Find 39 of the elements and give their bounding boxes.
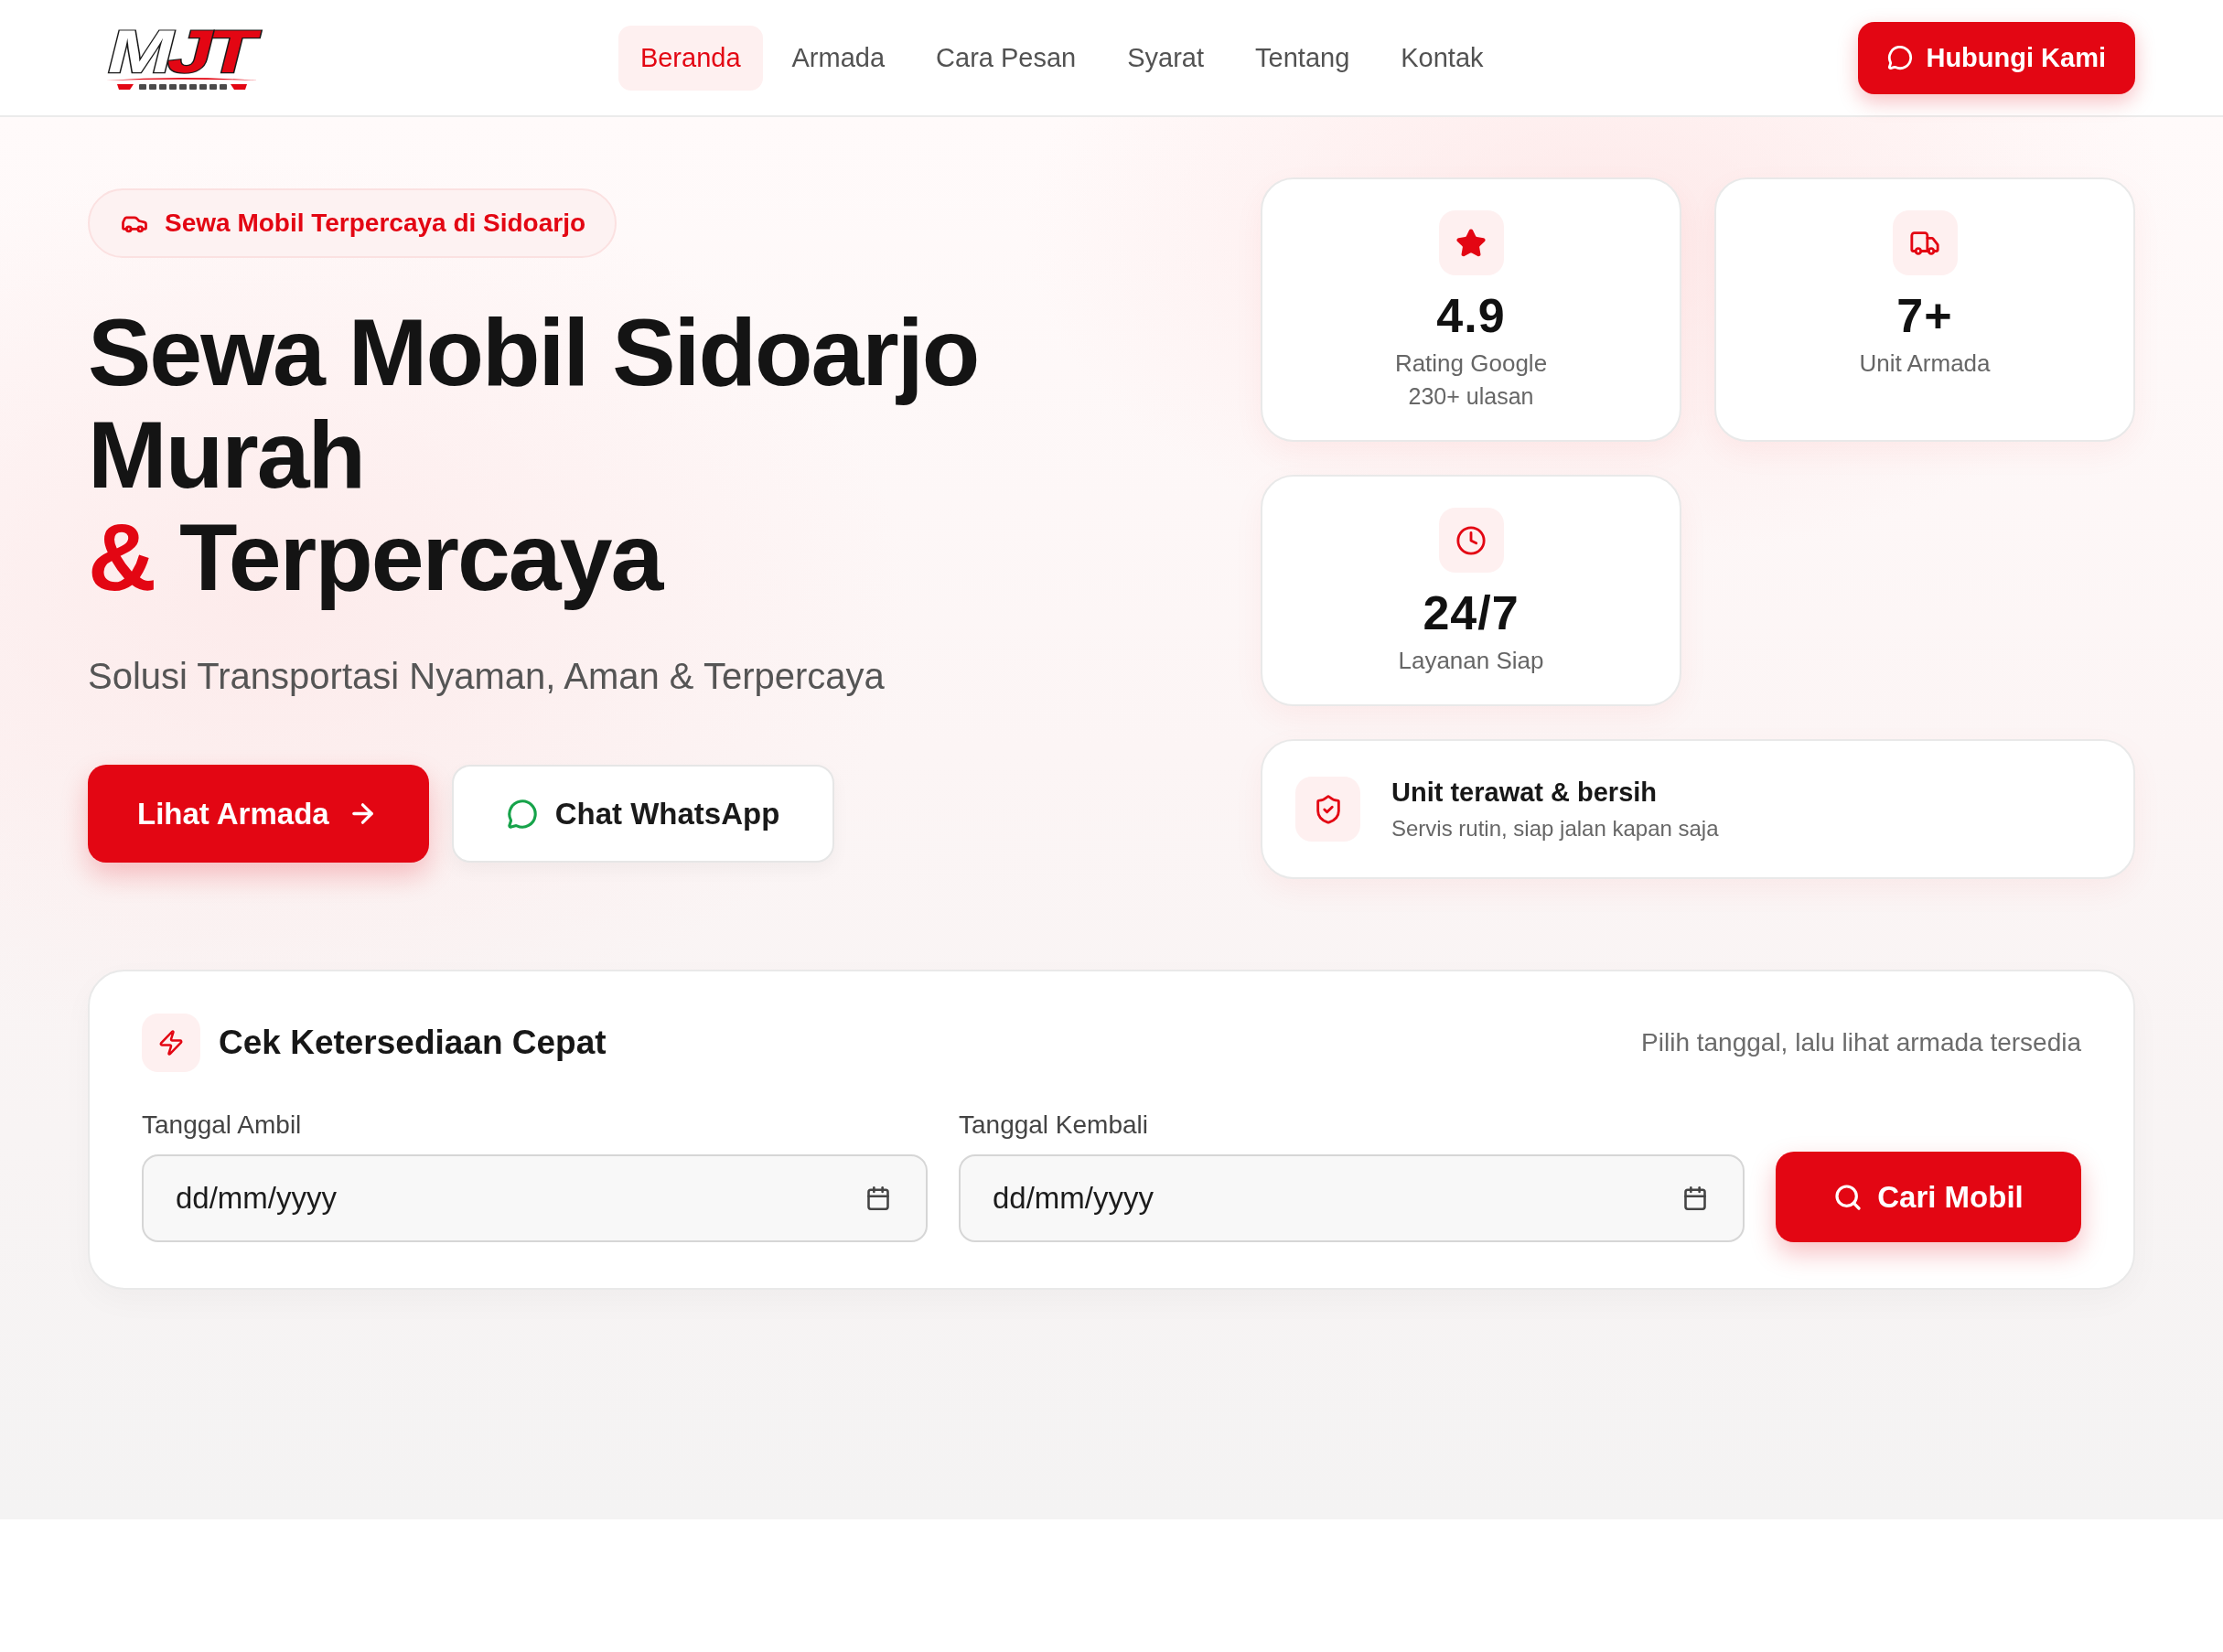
truck-icon [1892, 210, 1958, 275]
availability-hint: Pilih tanggal, lalu lihat armada tersedia [1641, 1028, 2081, 1057]
lightning-icon [142, 1014, 200, 1072]
stat-value: 7+ [1896, 288, 1953, 344]
nav-link[interactable]: Armada [769, 25, 907, 91]
date-field[interactable]: dd/mm/yyyy [959, 1154, 1745, 1242]
field-label: Tanggal Kembali [959, 1110, 1150, 1141]
calendar-icon[interactable] [1682, 1185, 1708, 1211]
nav-link[interactable]: Tentang [1233, 25, 1372, 91]
star-icon [1438, 210, 1504, 275]
brand-logo[interactable]: MJT [97, 19, 265, 96]
availability-title: Cek Ketersediaan Cepat [219, 1023, 607, 1063]
field-label: Tanggal Ambil [142, 1110, 303, 1141]
chat-bubble-icon [506, 798, 538, 830]
stat-note: 230+ ulasan [1408, 382, 1534, 411]
nav-link[interactable]: Syarat [1105, 25, 1227, 91]
date-field[interactable]: dd/mm/yyyy [142, 1154, 928, 1242]
shield-check-icon [1295, 777, 1360, 842]
chat-bubble-icon [1887, 45, 1914, 70]
search-car-button[interactable]: Cari Mobil [1776, 1152, 2081, 1242]
contact-button[interactable]: Hubungi Kami [1858, 21, 2135, 94]
stat-label: Layanan Siap [1398, 646, 1544, 676]
whatsapp-chat-button[interactable]: Chat WhatsApp [451, 765, 835, 863]
nav-link[interactable]: Cara Pesan [914, 25, 1099, 91]
clock-icon [1438, 508, 1504, 573]
stat-label: Unit Armada [1859, 349, 1991, 379]
feature-text: Servis rutin, siap jalan kapan saja [1391, 814, 1719, 842]
nav-link[interactable]: Kontak [1379, 25, 1506, 91]
hero-heading: Sewa Mobil Sidoarjo Murah & Terpercaya [88, 301, 979, 608]
calendar-icon[interactable] [865, 1185, 891, 1211]
stat-label: Rating Google [1394, 349, 1548, 379]
view-fleet-button[interactable]: Lihat Armada [88, 765, 429, 863]
nav-link[interactable]: Beranda [618, 25, 763, 91]
search-icon [1833, 1182, 1863, 1212]
stat-value: 4.9 [1436, 288, 1506, 344]
badge-text: Sewa Mobil Terpercaya di Sidoarjo [165, 209, 586, 238]
feature-title: Unit terawat & bersih [1391, 776, 1659, 809]
stat-value: 24/7 [1423, 585, 1520, 641]
hero-subtitle: Solusi Transportasi Nyaman, Aman & Terpercaya [88, 655, 885, 698]
